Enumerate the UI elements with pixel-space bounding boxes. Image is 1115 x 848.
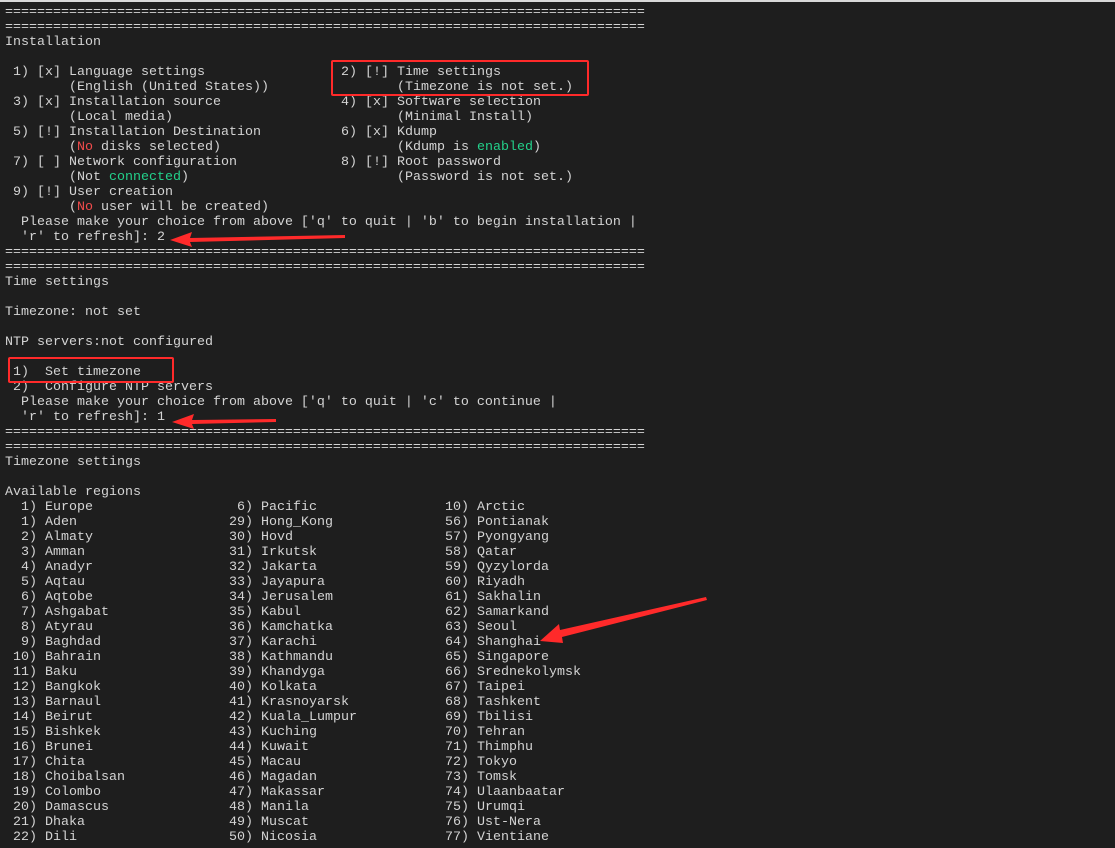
arrow-icon [540, 597, 707, 643]
arrow-icon [172, 414, 276, 429]
annotation-arrows [170, 232, 707, 643]
arrow-icon [170, 232, 345, 247]
